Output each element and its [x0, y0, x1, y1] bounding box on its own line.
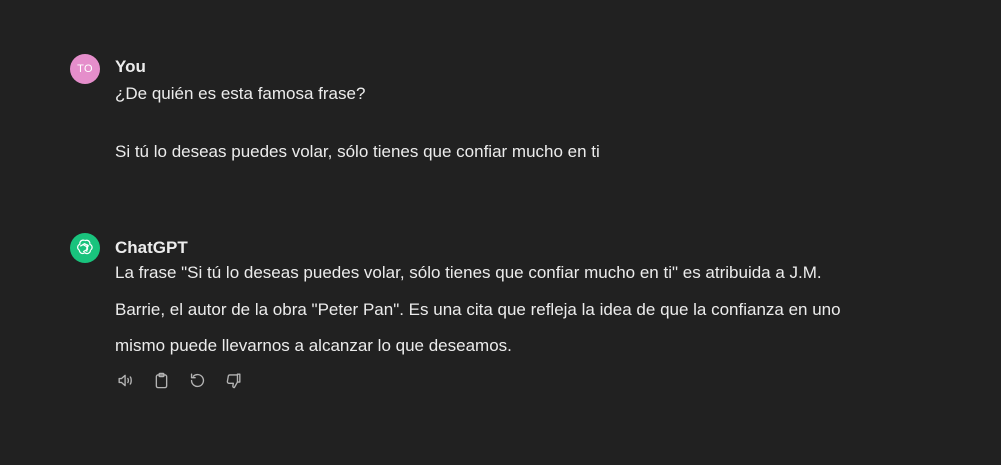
speaker-icon	[118, 374, 132, 386]
regenerate-icon	[190, 372, 205, 387]
assistant-message-text: La frase "Si tú lo deseas puedes volar, …	[115, 255, 970, 365]
clipboard-icon	[155, 372, 168, 388]
bad-response-button[interactable]	[223, 370, 244, 391]
user-message-line: ¿De quién es esta famosa frase?	[115, 84, 366, 103]
thumbs-down-icon	[226, 372, 241, 388]
regenerate-button[interactable]	[187, 370, 208, 391]
assistant-message-line: Barrie, el autor de la obra "Peter Pan".…	[115, 299, 841, 319]
user-avatar: TO	[70, 54, 100, 84]
assistant-message-line: La frase "Si tú lo deseas puedes volar, …	[115, 263, 822, 282]
assistant-message-content: ChatGPT La frase "Si tú lo deseas puedes…	[115, 236, 970, 391]
read-aloud-button[interactable]	[115, 370, 136, 391]
openai-logo-icon	[77, 239, 93, 255]
user-author-name: You	[115, 57, 146, 76]
user-message-line: Si tú lo deseas puedes volar, sólo tiene…	[115, 142, 600, 161]
copy-button[interactable]	[151, 370, 172, 391]
user-message-text: ¿De quién es esta famosa frase? Si tú lo…	[115, 79, 970, 167]
message-actions	[115, 370, 970, 391]
user-avatar-initials: TO	[77, 63, 93, 75]
user-message-content: You ¿De quién es esta famosa frase? Si t…	[115, 55, 970, 167]
chatgpt-avatar	[70, 233, 100, 263]
assistant-message-line: mismo puede llevarnos a alcanzar lo que …	[115, 336, 512, 355]
